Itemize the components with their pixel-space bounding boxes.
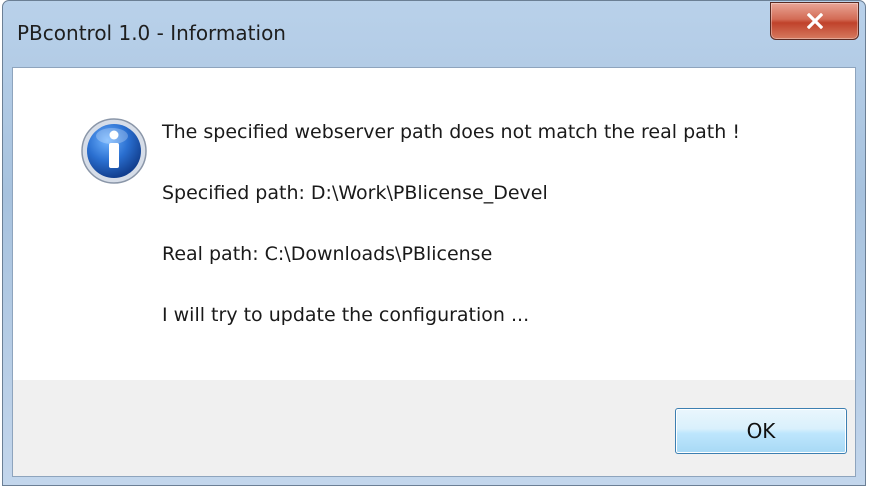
message-list: The specified webserver path does not ma… <box>162 120 740 364</box>
message-line: Specified path: D:\Work\PBlicense_Devel <box>162 182 548 204</box>
info-icon <box>79 116 149 186</box>
dialog-window: PBcontrol 1.0 - Information The specifie… <box>2 0 866 486</box>
close-icon <box>806 13 823 29</box>
close-button[interactable] <box>770 2 859 40</box>
ok-button[interactable]: OK <box>675 408 847 454</box>
window-title: PBcontrol 1.0 - Information <box>17 21 286 45</box>
message-area: The specified webserver path does not ma… <box>13 68 855 380</box>
message-line: The specified webserver path does not ma… <box>162 121 740 143</box>
button-bar: OK <box>13 380 855 476</box>
message-line: I will try to update the configuration .… <box>162 304 530 326</box>
title-bar[interactable]: PBcontrol 1.0 - Information <box>3 1 865 67</box>
dialog-body: The specified webserver path does not ma… <box>12 67 856 477</box>
message-line: Real path: C:\Downloads\PBlicense <box>162 243 493 265</box>
